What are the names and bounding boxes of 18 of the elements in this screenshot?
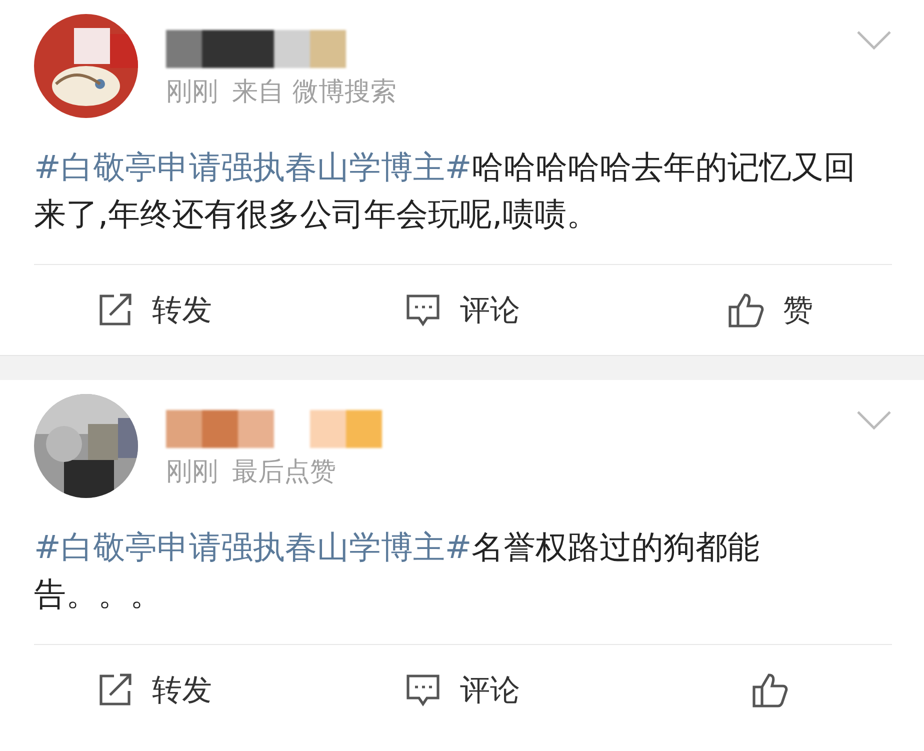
post-time: 刚刚 <box>166 456 218 489</box>
chevron-down-icon[interactable] <box>856 28 892 52</box>
repost-button[interactable]: 转发 <box>96 670 212 710</box>
thumbs-up-icon <box>727 291 765 329</box>
comment-button[interactable]: 评论 <box>404 290 520 330</box>
like-button[interactable] <box>751 671 789 709</box>
thumbs-up-icon <box>751 671 789 709</box>
repost-button[interactable]: 转发 <box>96 290 212 330</box>
post-source: 最后点赞 <box>232 456 336 489</box>
chevron-down-icon[interactable] <box>856 408 892 432</box>
topic-link[interactable]: #白敬亭申请强执春山学博主# <box>34 528 472 566</box>
comment-button[interactable]: 评论 <box>404 670 520 710</box>
like-button[interactable]: 赞 <box>727 290 813 330</box>
topic-link[interactable]: #白敬亭申请强执春山学博主# <box>34 148 472 186</box>
post-text: #白敬亭申请强执春山学博主#哈哈哈哈哈去年的记忆又回来了,年终还有很多公司年会玩呢,啧啧。 <box>34 147 857 235</box>
post-text: #白敬亭申请强执春山学博主#名誉权路过的狗都能告。。。 <box>34 527 761 615</box>
post-source: 来自 微博搜索 <box>232 76 396 109</box>
post-time: 刚刚 <box>166 76 218 109</box>
